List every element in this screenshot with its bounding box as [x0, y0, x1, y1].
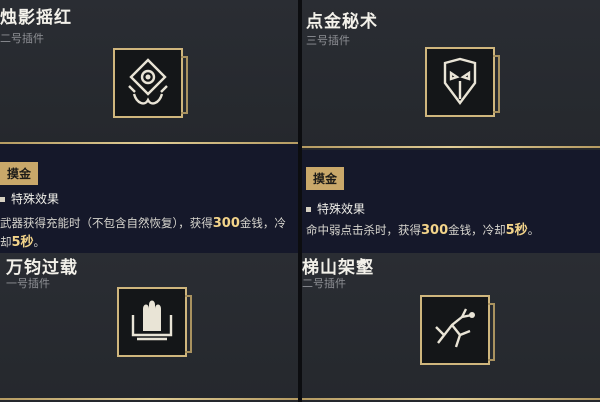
- plugin-icon-frame: [113, 48, 188, 118]
- card-header-area: 万钧过载 一号插件: [0, 253, 298, 402]
- gold-divider: [302, 398, 600, 400]
- category-badge: 摸金: [306, 167, 345, 190]
- plugin-card-4[interactable]: 梯山架壑 二号插件: [302, 253, 600, 402]
- bullets-emblem-icon: [131, 300, 173, 341]
- desc-text: 。: [33, 235, 46, 249]
- effect-header: 特殊效果: [306, 200, 365, 217]
- desc-text: 。: [527, 223, 540, 237]
- flame-eye-emblem-icon: [128, 58, 168, 105]
- plugin-card-1[interactable]: 烛影摇红 二号插件 摸金 特殊效果 武器获得充能时（不包含自然恢复），获得300…: [0, 0, 298, 253]
- gold-divider: [302, 146, 600, 148]
- card-header-area: 烛影摇红 二号插件: [0, 0, 298, 144]
- plugin-icon-frame: [425, 47, 500, 117]
- plugin-card-2[interactable]: 点金秘术 三号插件 摸金 特殊效果 命中弱点击杀时，获得300金钱，冷却5秒。: [302, 0, 600, 253]
- card-detail-area: 摸金 特殊效果 武器获得充能时（不包含自然恢复），获得300金钱，冷却5秒。: [0, 144, 298, 253]
- desc-cooldown: 5秒: [11, 235, 34, 250]
- plugin-title: 点金秘术: [306, 12, 378, 32]
- desc-text: 命中弱点击杀时，获得: [306, 223, 421, 237]
- plugin-icon-frame: [117, 287, 192, 357]
- mask-emblem-icon: [443, 57, 477, 105]
- desc-text: 武器获得充能时（不包含自然恢复），获得: [0, 216, 213, 230]
- bullet-icon: [306, 207, 311, 212]
- plugin-icon-frame: [420, 295, 495, 365]
- card-detail-area: 摸金 特殊效果 命中弱点击杀时，获得300金钱，冷却5秒。: [302, 150, 600, 253]
- card-header-area: 点金秘术 三号插件: [302, 0, 600, 150]
- effect-header-label: 特殊效果: [11, 192, 60, 206]
- plugin-grid: 烛影摇红 二号插件 摸金 特殊效果 武器获得充能时（不包含自然恢复），获得300…: [0, 0, 600, 402]
- effect-description: 命中弱点击杀时，获得300金钱，冷却5秒。: [306, 221, 596, 240]
- plugin-slot-label: 三号插件: [306, 34, 350, 47]
- card-header-area: 梯山架壑 二号插件: [302, 253, 600, 402]
- desc-text: 金钱，冷却: [448, 223, 506, 237]
- effect-description: 武器获得充能时（不包含自然恢复），获得300金钱，冷却5秒。: [0, 214, 292, 252]
- plugin-slot-label: 二号插件: [0, 32, 44, 45]
- plugin-slot-label: 二号插件: [302, 277, 346, 290]
- effect-header: 特殊效果: [0, 190, 59, 207]
- climbing-beast-emblem-icon: [435, 308, 475, 348]
- desc-cooldown: 5秒: [505, 223, 528, 238]
- plugin-slot-label: 一号插件: [6, 277, 50, 290]
- desc-amount: 300: [212, 216, 240, 231]
- effect-header-label: 特殊效果: [317, 202, 366, 216]
- bullet-icon: [0, 197, 5, 202]
- plugin-card-3[interactable]: 万钧过载 一号插件: [0, 253, 298, 402]
- grid-divider-vertical: [298, 0, 302, 402]
- gold-divider: [0, 398, 298, 400]
- plugin-title: 烛影摇红: [0, 8, 72, 28]
- category-badge: 摸金: [0, 162, 39, 185]
- desc-amount: 300: [421, 223, 449, 238]
